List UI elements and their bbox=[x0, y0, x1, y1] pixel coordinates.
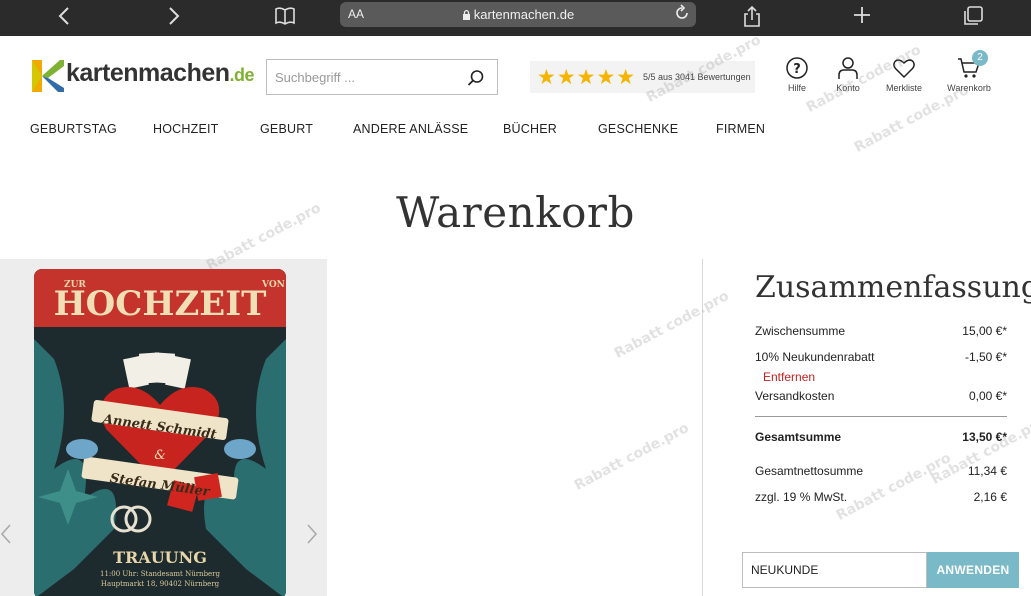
chevron-right-icon bbox=[307, 524, 318, 544]
shipping-value: 0,00 €* bbox=[968, 389, 1007, 403]
reload-icon bbox=[676, 4, 688, 19]
remove-discount-link[interactable]: Entfernen bbox=[763, 370, 815, 384]
card-line-1: 11:00 Uhr: Standesamt Nürnberg bbox=[100, 570, 221, 578]
chevron-left-icon bbox=[58, 7, 69, 25]
lock-icon bbox=[462, 9, 470, 20]
forward-button[interactable] bbox=[164, 6, 184, 28]
summary-title: Zusammenfassung bbox=[755, 270, 1031, 305]
main-nav: GEBURTSTAG HOCHZEIT GEBURT ANDERE ANLÄSS… bbox=[0, 120, 1031, 140]
nav-item-geburtstag[interactable]: GEBURTSTAG bbox=[30, 122, 117, 136]
wishlist-label: Merkliste bbox=[885, 83, 922, 93]
summary-divider bbox=[755, 416, 1007, 417]
new-tab-button[interactable] bbox=[852, 6, 872, 28]
shipping-row: Versandkosten 0,00 €* bbox=[755, 389, 1007, 403]
card-heading: HOCHZEIT bbox=[54, 284, 267, 324]
product-gallery: ZUR VON HOCHZEIT Annett Schmidt & Stefan… bbox=[0, 259, 327, 596]
column-divider bbox=[702, 259, 703, 596]
apply-coupon-button[interactable]: ANWENDEN bbox=[927, 552, 1019, 588]
plus-icon bbox=[854, 7, 870, 23]
card-event: TRAUUNG bbox=[113, 548, 207, 567]
watermark-7: Rabatt code.pro bbox=[833, 450, 954, 524]
discount-row: 10% Neukundenrabatt -1,50 €* bbox=[755, 350, 1007, 364]
heart-icon bbox=[893, 59, 915, 79]
browser-toolbar: AA kartenmachen.de bbox=[0, 0, 1031, 36]
share-button[interactable] bbox=[742, 5, 762, 28]
tabs-button[interactable] bbox=[962, 6, 984, 28]
total-label: Gesamtsumme bbox=[755, 430, 842, 444]
search-box bbox=[266, 59, 498, 95]
account-link[interactable]: Konto bbox=[823, 56, 873, 93]
nav-item-buecher[interactable]: BÜCHER bbox=[503, 122, 557, 136]
nav-item-geschenke[interactable]: GESCHENKE bbox=[598, 122, 678, 136]
coupon-code-input[interactable] bbox=[742, 552, 927, 588]
logo-name: kartenmachen bbox=[66, 59, 230, 87]
gallery-prev-button[interactable] bbox=[0, 523, 12, 552]
net-total-row: Gesamtnettosumme 11,34 € bbox=[755, 464, 1007, 478]
discount-value: -1,50 €* bbox=[964, 350, 1007, 364]
wedding-card-artwork: ZUR VON HOCHZEIT Annett Schmidt & Stefan… bbox=[34, 269, 286, 596]
rating-stars: ★★★★★ bbox=[537, 66, 637, 89]
url-text: kartenmachen.de bbox=[340, 7, 696, 22]
search-input[interactable] bbox=[267, 60, 457, 94]
shipping-label: Versandkosten bbox=[755, 389, 835, 403]
tabs-icon bbox=[964, 6, 983, 25]
nav-item-hochzeit[interactable]: HOCHZEIT bbox=[153, 122, 219, 136]
gallery-next-button[interactable] bbox=[306, 523, 318, 552]
total-value: 13,50 €* bbox=[962, 430, 1007, 444]
account-label: Konto bbox=[836, 83, 860, 93]
subtotal-row: Zwischensumme 15,00 €* bbox=[755, 324, 1007, 338]
rating-badge[interactable]: ★★★★★ 5/5 aus 3041 Bewertungen bbox=[530, 61, 755, 93]
book-icon bbox=[275, 7, 295, 25]
help-icon: ? bbox=[786, 57, 808, 79]
wishlist-link[interactable]: Merkliste bbox=[879, 56, 929, 93]
nav-item-geburt[interactable]: GEBURT bbox=[260, 122, 313, 136]
net-total-label: Gesamtnettosumme bbox=[755, 464, 864, 478]
card-line-2: Hauptmarkt 18, 90402 Nürnberg bbox=[101, 580, 220, 588]
user-icon bbox=[838, 57, 858, 79]
tax-row: zzgl. 19 % MwSt. 2,16 € bbox=[755, 490, 1007, 504]
total-row: Gesamtsumme 13,50 €* bbox=[755, 430, 1007, 444]
logo-text: kartenmachen.de bbox=[66, 59, 255, 88]
back-button[interactable] bbox=[54, 6, 74, 28]
page-title: Warenkorb bbox=[396, 188, 635, 237]
watermark-6: Rabatt code.pro bbox=[571, 420, 692, 494]
cart-count-badge: 2 bbox=[972, 50, 988, 66]
nav-item-firmen[interactable]: FIRMEN bbox=[716, 122, 765, 136]
cart-link[interactable]: 2 Warenkorb bbox=[944, 50, 994, 93]
svg-text:?: ? bbox=[793, 62, 801, 77]
help-link[interactable]: ? Hilfe bbox=[772, 56, 822, 93]
search-icon[interactable] bbox=[467, 69, 485, 87]
share-icon bbox=[744, 5, 760, 27]
address-bar[interactable]: AA kartenmachen.de bbox=[340, 2, 696, 27]
chevron-left-icon bbox=[0, 524, 11, 544]
chevron-right-icon bbox=[169, 7, 180, 25]
card-amp: & bbox=[154, 448, 166, 463]
watermark-5: Rabatt code.pro bbox=[611, 288, 732, 362]
discount-label: 10% Neukundenrabatt bbox=[755, 350, 875, 364]
logo-mark-icon bbox=[32, 60, 64, 92]
rating-text: 5/5 aus 3041 Bewertungen bbox=[643, 72, 751, 82]
nav-item-andere-anlaesse[interactable]: ANDERE ANLÄSSE bbox=[353, 122, 468, 136]
reload-button[interactable] bbox=[674, 4, 690, 27]
bookmarks-button[interactable] bbox=[272, 6, 298, 28]
tax-value: 2,16 € bbox=[973, 490, 1007, 504]
url-label: kartenmachen.de bbox=[473, 7, 575, 22]
watermark-3: Rabatt code.pro bbox=[851, 82, 972, 156]
product-card-image[interactable]: ZUR VON HOCHZEIT Annett Schmidt & Stefan… bbox=[34, 269, 286, 596]
cart-label: Warenkorb bbox=[947, 83, 991, 93]
subtotal-value: 15,00 €* bbox=[962, 324, 1007, 338]
subtotal-label: Zwischensumme bbox=[755, 324, 846, 338]
tax-label: zzgl. 19 % MwSt. bbox=[755, 490, 848, 504]
net-total-value: 11,34 € bbox=[967, 464, 1007, 478]
logo-tld: .de bbox=[229, 65, 255, 85]
help-label: Hilfe bbox=[787, 83, 806, 93]
